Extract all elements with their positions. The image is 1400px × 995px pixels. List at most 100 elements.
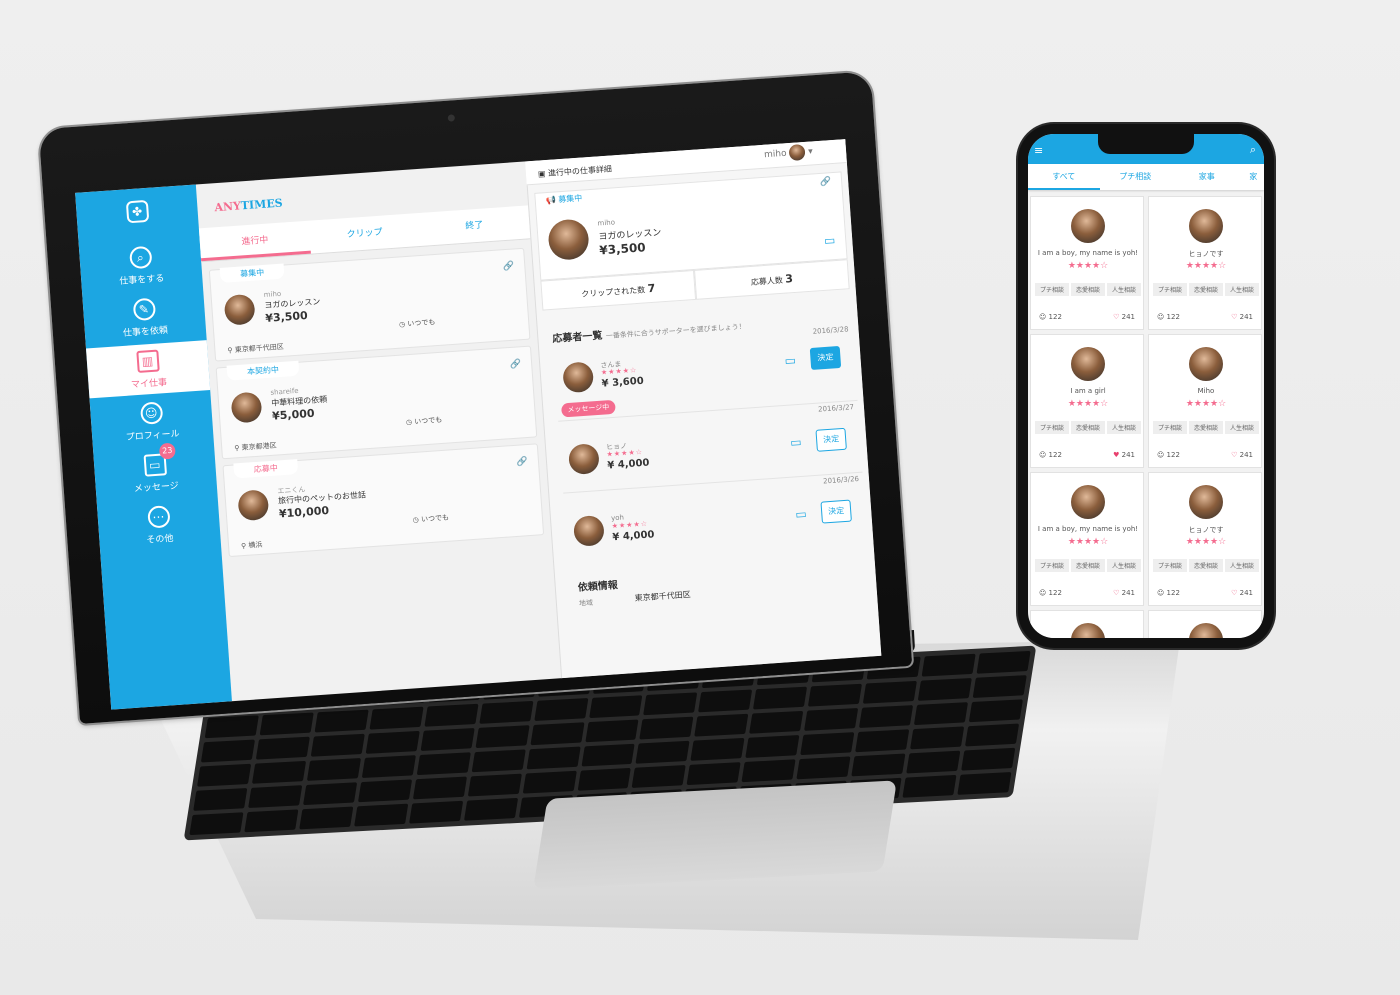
request-info-title: 依頼情報 [577, 580, 619, 594]
avatar [547, 218, 590, 261]
tag: プチ相談 [1035, 283, 1069, 296]
key [408, 800, 463, 824]
profile-card[interactable]: Miho ★★★★☆ プチ相談 恋愛相談 人生相談 ☺ 122 ♡ 241 [1148, 334, 1262, 468]
key [588, 695, 643, 719]
like-count[interactable]: ♡ 241 [1113, 589, 1135, 597]
key [361, 755, 416, 779]
menu-icon[interactable]: ≡ [1034, 144, 1043, 157]
like-count-value: 241 [1121, 313, 1135, 321]
profile-card[interactable] [1148, 610, 1262, 638]
profile-card[interactable] [1030, 610, 1144, 638]
detail-user: miho [597, 218, 616, 228]
job-card[interactable]: 本契約中 🔗 shareife 中華料理の依頼 ¥5,000 ⚲ 東京都港区 ◷… [215, 345, 538, 460]
link-icon[interactable]: 🔗 [503, 261, 515, 272]
key [204, 715, 259, 739]
key [416, 752, 471, 776]
book-icon: ▥ [135, 349, 160, 374]
avatar [788, 143, 806, 161]
job-when-text: いつでも [407, 318, 436, 329]
key [584, 719, 639, 743]
key [200, 739, 255, 763]
applicant-price: ¥ 4,000 [612, 529, 655, 544]
search-icon[interactable]: ⌕ [1250, 143, 1256, 157]
tab-housework[interactable]: 家事 [1171, 164, 1243, 190]
key [694, 713, 749, 737]
key [255, 736, 310, 760]
like-count[interactable]: ♡ 241 [1231, 313, 1253, 321]
key [632, 765, 687, 788]
key [808, 683, 863, 707]
sidebar-item-find-work[interactable]: ⌕ 仕事をする [79, 236, 203, 294]
tab-petit-consult[interactable]: プチ相談 [1100, 164, 1172, 190]
avatar [1189, 485, 1223, 519]
detail-price: ¥3,500 [598, 240, 647, 258]
profile-card[interactable]: I am a boy, my name is yoh! ★★★★☆ プチ相談 恋愛… [1030, 472, 1144, 606]
sidebar-item-profile[interactable]: ☺ プロフィール [90, 392, 214, 450]
logo-icon[interactable]: ✤ [76, 196, 199, 230]
more-icon: ⋯ [146, 505, 171, 529]
link-icon[interactable]: 🔗 [820, 177, 832, 188]
tab-finished[interactable]: 終了 [418, 205, 530, 246]
key [690, 737, 745, 761]
rating-stars: ★★★★☆ [1067, 261, 1109, 271]
laptop-screen: ✤ ⌕ 仕事をする ✎ 仕事を依頼 ▥ マイ仕事 ☺ プロフィール ▭ メッセージ 23 ⋯… [75, 139, 882, 710]
view-count-value: 122 [1166, 451, 1180, 459]
decide-button[interactable]: 決定 [809, 345, 842, 371]
view-count: ☺ 122 [1039, 313, 1062, 321]
tab-more[interactable]: 家 [1243, 164, 1264, 190]
link-icon[interactable]: 🔗 [516, 457, 528, 468]
sidebar-item-more[interactable]: ⋯ その他 [97, 496, 221, 554]
job-card[interactable]: 応募中 🔗 エニくん 旅行中のペットのお世話 ¥10,000 ⚲ 横浜 ◷ いつ… [222, 443, 545, 558]
decide-button[interactable]: 決定 [815, 427, 847, 452]
like-count[interactable]: ♡ 241 [1113, 313, 1135, 321]
key [251, 760, 306, 784]
sidebar-item-request[interactable]: ✎ 仕事を依頼 [82, 288, 206, 346]
key [467, 773, 522, 797]
profile-card[interactable]: ヒョノです ★★★★☆ プチ相談 恋愛相談 人生相談 ☺ 122 ♡ 241 [1148, 472, 1262, 606]
key [369, 706, 424, 730]
key [193, 788, 248, 811]
profile-card[interactable]: I am a boy, my name is yoh! ★★★★☆ プチ相談 恋愛… [1030, 196, 1144, 330]
job-when: ◷ いつでも [398, 318, 436, 329]
chat-icon[interactable]: ▭ [823, 233, 835, 248]
sidebar-item-messages[interactable]: ▭ メッセージ 23 [93, 442, 217, 502]
profile-card[interactable]: I am a girl ★★★★☆ プチ相談 恋愛相談 人生相談 ☺ 122 ♥ 2… [1030, 334, 1144, 468]
chat-icon[interactable]: ▭ [790, 435, 802, 450]
detail-title: ヨガのレッスン [598, 228, 662, 243]
user-menu[interactable]: miho ▾ [764, 143, 814, 162]
applicant-date: 2016/3/27 [817, 403, 855, 414]
like-count[interactable]: ♡ 241 [1231, 451, 1253, 459]
view-count: ☺ 122 [1039, 451, 1062, 459]
job-card[interactable]: 募集中 🔗 miho ヨガのレッスン ¥3,500 ⚲ 東京都千代田区 ◷ いつ… [208, 247, 531, 362]
tab-clip[interactable]: クリップ [309, 213, 421, 254]
profile-card[interactable]: ヒョノです ★★★★☆ プチ相談 恋愛相談 人生相談 ☺ 122 ♡ 241 [1148, 196, 1262, 330]
job-location: ⚲ 横浜 [240, 540, 263, 551]
profile-name: ヒョノです [1188, 250, 1224, 258]
tag: 人生相談 [1225, 283, 1259, 296]
tab-all[interactable]: すべて [1028, 164, 1100, 190]
tab-in-progress[interactable]: 進行中 [198, 220, 311, 262]
trackpad [533, 780, 897, 890]
link-icon[interactable]: 🔗 [510, 359, 522, 370]
key [796, 756, 851, 780]
key [921, 653, 976, 677]
tag-list: プチ相談 恋愛相談 人生相談 [1035, 559, 1141, 572]
sidebar-item-label: 仕事をする [119, 273, 165, 288]
tag-list: プチ相談 恋愛相談 人生相談 [1035, 283, 1141, 296]
decide-button[interactable]: 決定 [820, 499, 852, 524]
key [635, 740, 690, 764]
like-count-value: 241 [1121, 589, 1135, 597]
key [533, 698, 588, 721]
like-count[interactable]: ♥ 241 [1113, 451, 1135, 459]
rating-stars: ★★★★☆ [1067, 537, 1109, 547]
like-count[interactable]: ♡ 241 [1231, 589, 1253, 597]
area-label: 地域 [578, 598, 594, 608]
view-count: ☺ 122 [1157, 451, 1180, 459]
brand-part: ANY [214, 199, 242, 215]
chat-icon[interactable]: ▭ [784, 353, 796, 368]
messaging-badge: メッセージ中 [560, 399, 616, 418]
avatar [1189, 623, 1223, 638]
chat-icon[interactable]: ▭ [795, 507, 807, 522]
sidebar-item-my-work[interactable]: ▥ マイ仕事 [85, 340, 211, 399]
phone-notch [1098, 134, 1194, 154]
